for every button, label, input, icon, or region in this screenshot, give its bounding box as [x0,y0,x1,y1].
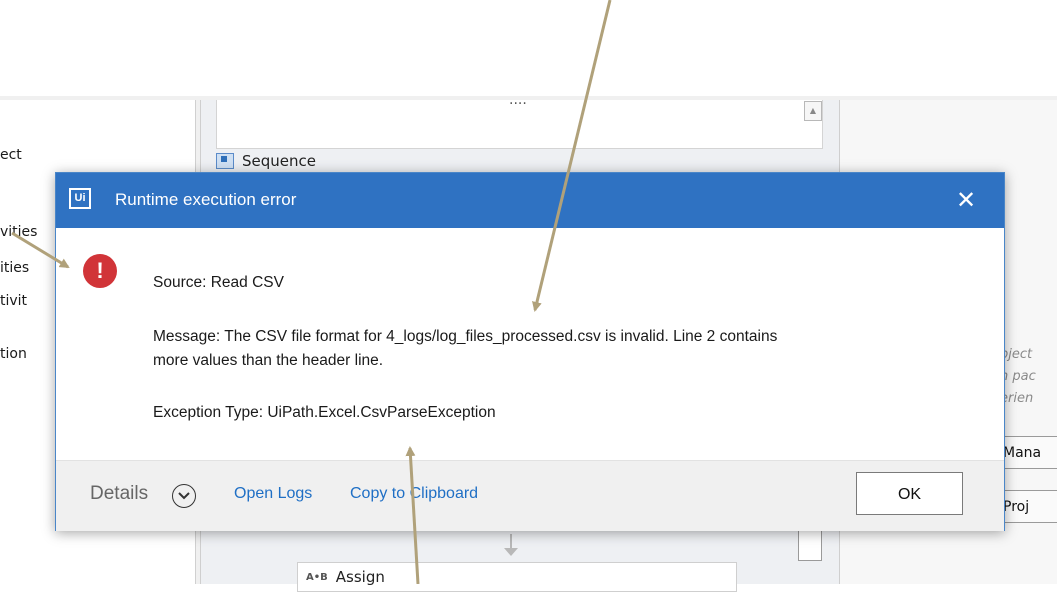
chevron-down-icon[interactable] [172,484,196,508]
sequence-activity[interactable]: Sequence [216,152,316,170]
close-button[interactable]: ✕ [951,185,981,215]
uipath-logo-icon: Ui [69,188,91,209]
dialog-title-bar[interactable]: Ui Runtime execution error ✕ [56,173,1004,228]
details-label[interactable]: Details [90,483,148,505]
dialog-title: Runtime execution error [115,190,297,209]
error-icon: ! [83,254,117,288]
right-panel-text: n pac [1000,369,1036,384]
ok-button[interactable]: OK [856,472,963,515]
project-button[interactable]: Proj [996,490,1057,523]
exception-type: Exception Type: UiPath.Excel.CsvParseExc… [153,404,496,421]
sequence-icon [216,153,234,169]
activities-item[interactable]: ect [0,147,22,163]
copy-to-clipboard-link[interactable]: Copy to Clipboard [350,485,478,503]
assign-label: Assign [335,568,385,586]
open-logs-link[interactable]: Open Logs [234,485,312,503]
activities-item[interactable]: tion [0,346,27,362]
error-source: Source: Read CSV [153,274,284,291]
flow-arrow-head-icon [504,548,518,556]
workflow-top-box: .... [216,92,823,149]
activities-item[interactable]: tivit [0,293,27,309]
activities-item[interactable]: vities [0,224,37,240]
runtime-error-dialog: Ui Runtime execution error ✕ ! Source: R… [55,172,1005,531]
error-message-line-1: Message: The CSV file format for 4_logs/… [153,328,778,345]
scroll-up-arrow-icon[interactable]: ▲ [804,101,822,121]
assign-icon: A•B [306,571,328,583]
assign-activity[interactable]: A•B Assign [297,562,737,592]
activities-item[interactable]: ities [0,260,29,276]
error-message-line-2: more values than the header line. [153,352,384,369]
top-box-text: .... [509,92,527,108]
manage-button[interactable]: Mana [996,436,1057,469]
sequence-label: Sequence [242,152,316,170]
dialog-footer: Details Open Logs Copy to Clipboard OK [56,460,1004,531]
